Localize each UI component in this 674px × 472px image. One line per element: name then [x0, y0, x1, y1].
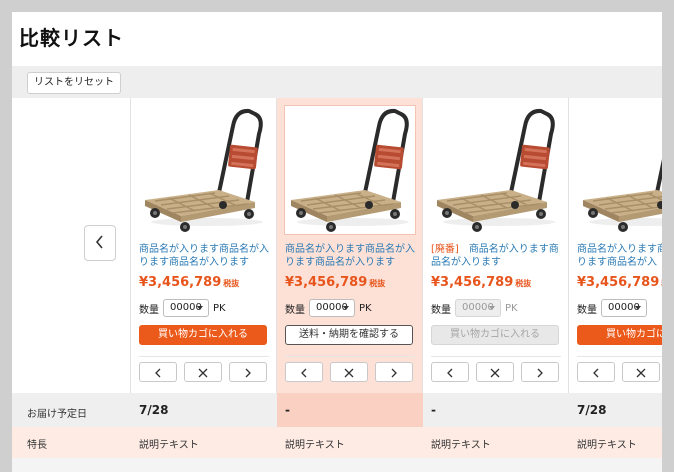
chevron-right-icon: [390, 363, 398, 382]
quantity-select-disabled: 00000: [455, 299, 501, 317]
divider: [139, 356, 269, 357]
product-price: ¥3,456,789税抜: [431, 275, 532, 290]
caret-down-icon: [197, 306, 203, 310]
quantity-row: 数量 00000: [577, 298, 651, 318]
quantity-select[interactable]: 00000: [163, 299, 209, 317]
move-left-button[interactable]: [285, 362, 323, 382]
chevron-left-icon: [95, 234, 105, 253]
feature-label: 特長: [27, 440, 47, 451]
move-left-button[interactable]: [431, 362, 469, 382]
add-to-cart-button[interactable]: 買い物カゴに入: [577, 325, 662, 345]
product-name-link[interactable]: 商品名が入ります商品名が入ります商品名が入: [577, 243, 662, 269]
move-left-button[interactable]: [577, 362, 615, 382]
delivery-value: -: [431, 403, 436, 417]
remove-button[interactable]: [184, 362, 222, 382]
move-right-button[interactable]: [375, 362, 413, 382]
next-row: [12, 458, 662, 472]
remove-button[interactable]: [622, 362, 660, 382]
delivery-cell-highlight: [277, 393, 423, 427]
item-nav: [577, 362, 662, 382]
chevron-left-icon: [446, 363, 454, 382]
item-nav: [431, 362, 559, 382]
close-icon: [198, 363, 208, 382]
item-nav: [285, 362, 413, 382]
delivery-value: 7/28: [139, 403, 169, 417]
product-image[interactable]: [431, 106, 561, 234]
page-title: 比較リスト: [19, 26, 124, 50]
prev-products-button[interactable]: [84, 225, 116, 261]
move-right-button[interactable]: [521, 362, 559, 382]
remove-button[interactable]: [330, 362, 368, 382]
caret-down-icon: [489, 306, 495, 310]
add-to-cart-button[interactable]: 買い物カゴに入れる: [139, 325, 267, 345]
move-left-button[interactable]: [139, 362, 177, 382]
product-image[interactable]: [139, 106, 269, 234]
quantity-row: 数量 00000 PK: [431, 298, 518, 318]
move-right-button[interactable]: [229, 362, 267, 382]
close-icon: [490, 363, 500, 382]
compare-page: 比較リスト リストをリセット 商品名が入ります商品名が入ります商品名が入ります …: [12, 12, 662, 472]
product-name-link[interactable]: 商品名が入ります商品名が入ります商品名が入ります: [139, 243, 271, 269]
chevron-right-icon: [244, 363, 252, 382]
quantity-select[interactable]: 00000: [309, 299, 355, 317]
quantity-unit: PK: [505, 302, 518, 314]
reset-list-button[interactable]: リストをリセット: [27, 72, 121, 94]
quantity-select[interactable]: 00000: [601, 299, 647, 317]
product-image[interactable]: [577, 106, 662, 234]
product-price: ¥3,456,789税抜: [139, 275, 240, 290]
delivery-value: -: [285, 403, 290, 417]
toolbar: リストをリセット: [12, 66, 662, 98]
product-image[interactable]: [284, 105, 416, 235]
chevron-left-icon: [592, 363, 600, 382]
feature-value: 説明テキスト: [285, 440, 345, 451]
quantity-label: 数量: [285, 304, 305, 316]
quantity-row: 数量 00000 PK: [139, 298, 226, 318]
divider: [431, 356, 561, 357]
discontinued-tag: [廃番]: [431, 244, 459, 255]
product-price: ¥3,456,789税抜: [285, 275, 386, 290]
quantity-label: 数量: [431, 304, 451, 316]
product-price: ¥3,456,789税抜: [577, 275, 662, 290]
delivery-value: 7/28: [577, 403, 607, 417]
quantity-unit: PK: [359, 302, 372, 314]
feature-value: 説明テキスト: [431, 440, 491, 451]
feature-value: 説明テキスト: [577, 440, 637, 451]
divider: [285, 356, 415, 357]
quantity-row: 数量 00000 PK: [285, 298, 372, 318]
divider: [577, 356, 662, 357]
close-icon: [636, 363, 646, 382]
chevron-right-icon: [536, 363, 544, 382]
feature-value: 説明テキスト: [139, 440, 199, 451]
product-name-link[interactable]: [廃番] 商品名が入ります商品名が入ります: [431, 243, 563, 269]
add-to-cart-button-disabled: 買い物カゴに入れる: [431, 325, 559, 345]
caret-down-icon: [635, 306, 641, 310]
close-icon: [344, 363, 354, 382]
quantity-label: 数量: [577, 304, 597, 316]
product-name-link[interactable]: 商品名が入ります商品名が入ります商品名が入ります: [285, 243, 417, 269]
remove-button[interactable]: [476, 362, 514, 382]
caret-down-icon: [343, 306, 349, 310]
delivery-label: お届け予定日: [27, 409, 87, 420]
chevron-left-icon: [154, 363, 162, 382]
item-nav: [139, 362, 267, 382]
check-shipping-button[interactable]: 送料・納期を確認する: [285, 325, 413, 345]
chevron-left-icon: [300, 363, 308, 382]
quantity-unit: PK: [213, 302, 226, 314]
quantity-label: 数量: [139, 304, 159, 316]
